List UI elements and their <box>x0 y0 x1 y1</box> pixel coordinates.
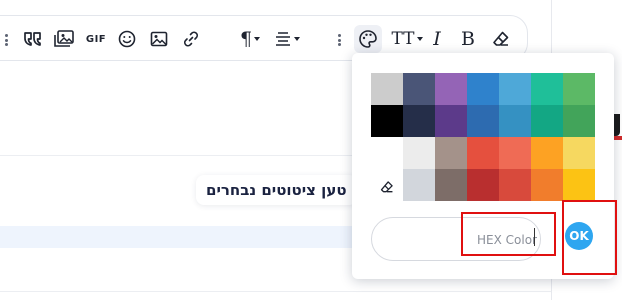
color-swatch[interactable] <box>403 169 435 201</box>
color-swatch[interactable] <box>435 73 467 105</box>
color-swatch[interactable] <box>403 105 435 137</box>
text-size-icon: TT <box>391 28 415 49</box>
palette-icon[interactable] <box>354 25 382 53</box>
grip-handle-left-icon[interactable] <box>5 34 8 46</box>
grip-handle-right-icon[interactable] <box>338 34 341 46</box>
color-swatch[interactable] <box>371 105 403 137</box>
align-dropdown[interactable] <box>271 27 303 51</box>
color-swatch[interactable] <box>531 73 563 105</box>
color-swatch[interactable] <box>499 169 531 201</box>
color-swatch[interactable] <box>499 105 531 137</box>
color-swatch[interactable] <box>563 105 595 137</box>
quote-icon[interactable] <box>22 27 44 51</box>
color-swatch[interactable] <box>467 137 499 169</box>
color-swatch[interactable] <box>467 169 499 201</box>
color-swatch-grid <box>371 73 595 201</box>
color-swatch[interactable] <box>403 137 435 169</box>
color-swatch[interactable] <box>467 73 499 105</box>
bold-icon[interactable]: B <box>459 27 477 51</box>
hex-color-field[interactable] <box>371 217 541 261</box>
image-icon[interactable] <box>148 27 170 51</box>
paragraph-dropdown[interactable]: ¶ <box>235 27 265 51</box>
color-swatch[interactable] <box>435 169 467 201</box>
link-icon[interactable] <box>180 27 202 51</box>
color-swatch[interactable] <box>403 73 435 105</box>
ok-button[interactable]: OK <box>565 222 593 250</box>
chevron-down-icon <box>294 37 300 41</box>
eraser-icon[interactable] <box>490 27 512 51</box>
gif-button[interactable]: GIF <box>84 27 108 51</box>
clear-color-eraser-icon[interactable] <box>380 179 394 198</box>
align-icon <box>276 32 290 46</box>
color-swatch[interactable] <box>371 73 403 105</box>
color-swatch[interactable] <box>499 137 531 169</box>
color-swatch[interactable] <box>499 73 531 105</box>
section-heading[interactable]: טען ציטוטים נבחרים <box>196 175 357 205</box>
paragraph-icon: ¶ <box>239 27 253 50</box>
chevron-down-icon <box>416 37 423 41</box>
chevron-down-icon <box>254 37 261 41</box>
empty-swatch-slot <box>371 137 403 169</box>
color-swatch[interactable] <box>531 169 563 201</box>
text-size-dropdown[interactable]: TT <box>389 27 425 51</box>
editor-screen: GIF ¶ TT I B טען ציטוטים נבחרים HEX Colo… <box>0 0 622 300</box>
image-gallery-icon[interactable] <box>52 27 76 51</box>
color-swatch[interactable] <box>563 137 595 169</box>
divider <box>0 291 551 292</box>
text-cursor <box>534 228 535 246</box>
hex-color-input[interactable] <box>477 230 539 250</box>
color-swatch[interactable] <box>531 105 563 137</box>
emoji-icon[interactable] <box>116 27 138 51</box>
color-swatch[interactable] <box>435 137 467 169</box>
color-swatch[interactable] <box>563 73 595 105</box>
color-swatch[interactable] <box>563 169 595 201</box>
italic-icon[interactable]: I <box>428 27 446 51</box>
color-swatch[interactable] <box>467 105 499 137</box>
color-swatch[interactable] <box>531 137 563 169</box>
color-swatch[interactable] <box>435 105 467 137</box>
